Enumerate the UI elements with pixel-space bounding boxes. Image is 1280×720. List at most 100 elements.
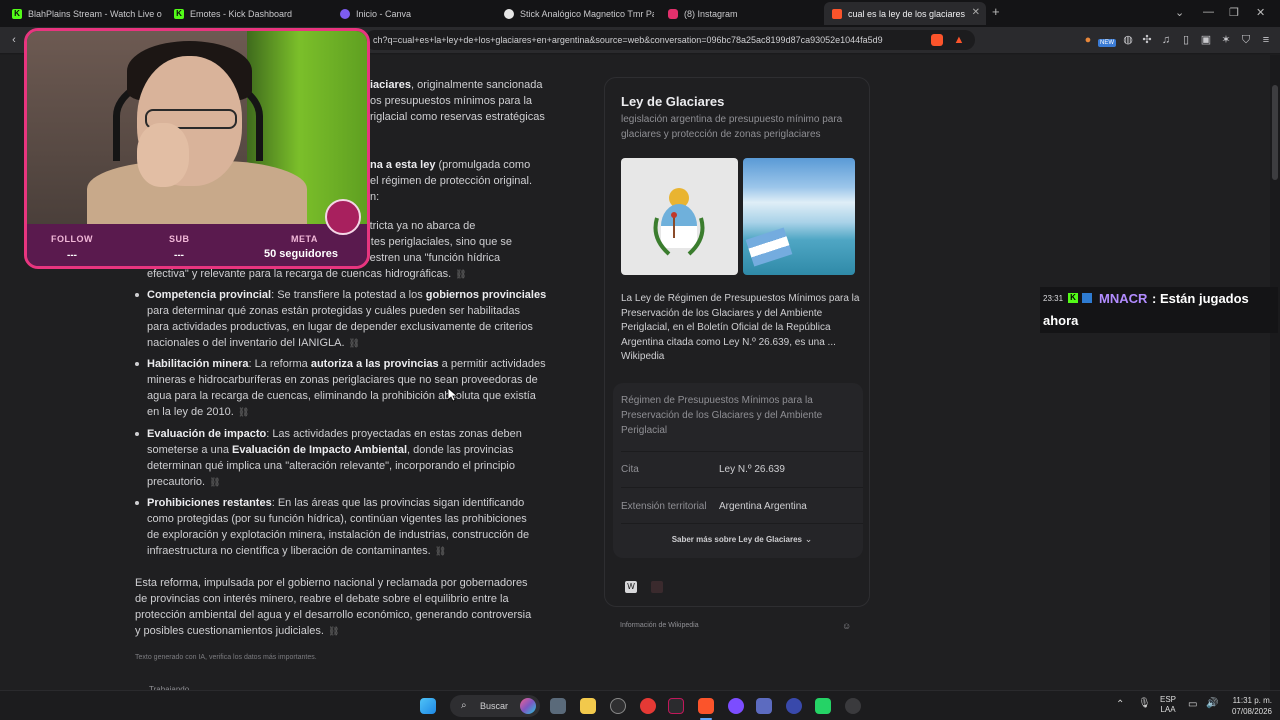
app-icon[interactable] xyxy=(756,698,772,714)
tab-kick-emotes[interactable]: K Emotes - Kick Dashboard xyxy=(166,2,326,25)
bold-text: gobiernos provinciales xyxy=(425,289,547,301)
vpn-icon[interactable]: ◍ xyxy=(1122,34,1134,46)
tab-instagram[interactable]: (8) Instagram xyxy=(660,2,818,25)
bullet xyxy=(135,501,139,505)
text-line: n: xyxy=(370,191,380,203)
explorer-icon[interactable] xyxy=(580,698,596,714)
text-line: de provincias con interés minero, reabre… xyxy=(135,593,509,605)
scrollbar-thumb[interactable] xyxy=(1272,85,1278,180)
start-icon[interactable] xyxy=(420,698,436,714)
link-icon[interactable]: ⛓ xyxy=(455,269,466,279)
extension-icon[interactable]: ● xyxy=(1082,34,1094,46)
bold-text: na a esta ley xyxy=(370,159,436,171)
coat-of-arms-icon xyxy=(653,188,705,256)
feedback-icon[interactable]: ☺ xyxy=(842,621,851,631)
panel-title: Ley de Glaciares xyxy=(621,94,725,109)
chatgpt-icon[interactable] xyxy=(610,698,626,714)
whatsapp-icon[interactable] xyxy=(815,698,831,714)
text-line: mineras e hidrocarburíferas en zonas per… xyxy=(147,374,538,386)
ai-disclaimer: Texto generado con IA, verifica los dato… xyxy=(135,654,317,661)
back-icon[interactable]: ‹ xyxy=(8,34,20,46)
glacier-image[interactable] xyxy=(743,158,855,275)
text-line: determinan qué implica una "alteración r… xyxy=(147,460,515,472)
text-line: precautorio. xyxy=(147,476,206,488)
link-icon[interactable]: ⛓ xyxy=(435,546,446,556)
text: someterse a una xyxy=(147,444,232,456)
shield-icon[interactable]: ⛉ xyxy=(1240,34,1252,46)
close-tab-icon[interactable]: ✕ xyxy=(972,7,980,18)
search-icon: ⌕ xyxy=(461,700,467,711)
puzzle-icon[interactable]: ✣ xyxy=(1141,34,1153,46)
chevron-up-icon[interactable]: ⌃ xyxy=(1116,699,1124,710)
store-app-icon[interactable] xyxy=(550,698,566,714)
volume-icon[interactable]: 🔊 xyxy=(1206,698,1218,709)
settings-icon[interactable] xyxy=(845,698,861,714)
instagram-icon xyxy=(668,8,678,19)
fact-value[interactable]: Argentina Argentina xyxy=(719,501,807,512)
text: : En las áreas que las provincias sigan … xyxy=(271,497,525,509)
brave-shields-icon[interactable] xyxy=(931,34,943,46)
wikipedia-link[interactable]: Wikipedia xyxy=(621,350,861,365)
bold-text: Evaluación de impacto xyxy=(147,428,267,440)
new-tab-button[interactable]: + xyxy=(992,4,1000,19)
closing-paragraph: Esta reforma, impulsada por el gobierno … xyxy=(135,575,555,639)
full-name: Régimen de Presupuestos Mínimos para la … xyxy=(621,395,823,436)
sub-value: --- xyxy=(174,250,184,261)
obs-icon[interactable] xyxy=(668,698,684,714)
stats-bar: FOLLOW --- SUB --- META 50 seguidores xyxy=(27,224,367,266)
text-line: para determinar qué zonas están protegid… xyxy=(147,305,521,317)
tab-title: Emotes - Kick Dashboard xyxy=(190,8,293,19)
link-icon[interactable]: ⛓ xyxy=(238,407,249,417)
link-icon[interactable]: ⛓ xyxy=(349,338,360,348)
tab-store[interactable]: Stick Analógico Magnetico Tmr Para xyxy=(496,2,654,25)
flag-decoration xyxy=(745,227,793,267)
tab-kick-stream[interactable]: K BlahPlains Stream - Watch Live on Ki xyxy=(4,2,162,25)
chat-username[interactable]: MNACR xyxy=(1099,291,1147,306)
youtube-music-icon[interactable] xyxy=(640,698,656,714)
see-more-label: Saber más sobre Ley de Glaciares xyxy=(671,535,802,544)
bold-text: Evaluación de Impacto Ambiental xyxy=(232,444,408,456)
brave-rewards-icon[interactable]: ▲ xyxy=(953,34,965,46)
clock[interactable]: 11:31 p. m. 07/08/2026 xyxy=(1224,695,1272,717)
brave-taskbar-icon[interactable] xyxy=(698,698,714,714)
network-icon[interactable]: ▭ xyxy=(1188,699,1197,710)
tab-title: Inicio - Canva xyxy=(356,8,412,19)
maximize-button[interactable]: ❐ xyxy=(1229,6,1239,19)
microphone-icon[interactable]: 🎙 xyxy=(1138,698,1151,709)
coat-of-arms-image[interactable] xyxy=(621,158,738,275)
tab-list-chevron-icon[interactable]: ⌄ xyxy=(1175,6,1184,19)
tab-search-active[interactable]: cual es la ley de los glaciares en ✕ xyxy=(824,2,986,25)
wikipedia-icon[interactable]: W xyxy=(625,581,637,593)
sidebar-icon[interactable]: ▯ xyxy=(1180,34,1192,46)
fact-value: Ley N.º 26.639 xyxy=(719,464,785,475)
link-icon[interactable]: ⛓ xyxy=(328,626,339,636)
close-window-button[interactable]: ✕ xyxy=(1256,6,1265,19)
scrollbar[interactable] xyxy=(1270,55,1280,690)
music-icon[interactable]: ♫ xyxy=(1160,34,1172,46)
text: : La reforma xyxy=(248,358,311,370)
lang-label[interactable]: ESP LAA xyxy=(1160,695,1176,715)
wallet-icon[interactable]: ▣ xyxy=(1200,34,1212,46)
bold-text: autoriza a las provincias xyxy=(310,358,439,370)
source-icon[interactable] xyxy=(651,581,663,593)
list-item: Evaluación de impacto: Las actividades p… xyxy=(135,426,555,490)
chat-text: : Están jugados xyxy=(1152,291,1249,306)
sub-label: SUB xyxy=(169,234,190,244)
app-icon[interactable] xyxy=(786,698,802,714)
address-bar[interactable]: ch?q=cual+es+la+ley+de+los+glaciares+en+… xyxy=(365,30,975,50)
url-text: ch?q=cual+es+la+ley+de+los+glaciares+en+… xyxy=(373,35,883,45)
copilot-icon[interactable] xyxy=(520,698,536,714)
see-more-button[interactable]: Saber más sobre Ley de Glaciares ⌄ xyxy=(621,523,863,558)
text-line: agua para la recarga de cuencas, elimina… xyxy=(147,390,536,402)
menu-icon[interactable]: ≡ xyxy=(1260,34,1272,46)
tab-title: cual es la ley de los glaciares en xyxy=(848,8,966,19)
text-line: efectiva" y relevante para la recarga de… xyxy=(147,268,452,280)
link-icon[interactable]: ⛓ xyxy=(209,477,220,487)
leo-icon[interactable]: ✶ xyxy=(1220,34,1232,46)
streamer-hand xyxy=(137,123,189,187)
app-icon[interactable] xyxy=(728,698,744,714)
minimize-button[interactable]: — xyxy=(1203,6,1214,18)
tab-canva[interactable]: Inicio - Canva xyxy=(332,2,492,25)
bullet xyxy=(135,432,139,436)
tab-bar: K BlahPlains Stream - Watch Live on Ki K… xyxy=(0,0,1280,27)
